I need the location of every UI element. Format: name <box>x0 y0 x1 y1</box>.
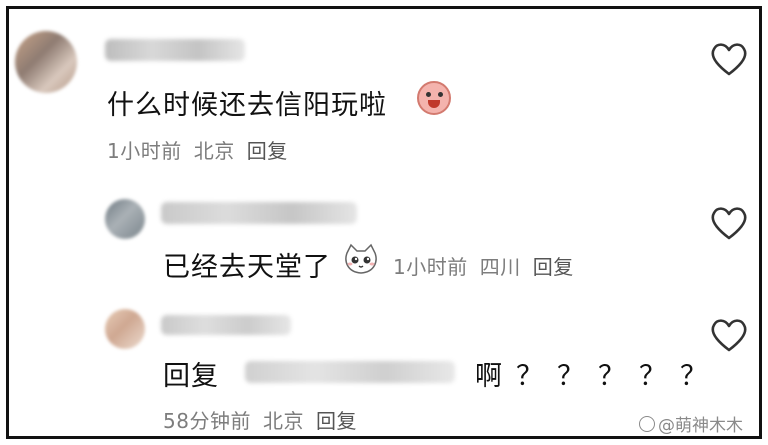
watermark-text: @萌神木木 <box>658 416 743 436</box>
reply-button[interactable]: 回复 <box>247 139 288 163</box>
username-blurred[interactable] <box>161 202 357 224</box>
reply-button[interactable]: 回复 <box>533 255 574 279</box>
like-heart-icon[interactable] <box>709 317 749 353</box>
cat-emoji <box>343 243 379 275</box>
like-heart-icon[interactable] <box>709 205 749 241</box>
avatar[interactable] <box>15 31 77 93</box>
reply-prefix[interactable]: 回复 <box>163 354 219 393</box>
watermark: @萌神木木 <box>639 411 743 436</box>
comment-text: 已经去天堂了 <box>163 252 331 283</box>
avatar[interactable] <box>105 199 145 239</box>
avatar[interactable] <box>105 309 145 349</box>
comment-time: 58分钟前 <box>163 409 251 433</box>
comment-text: 什么时候还去信阳玩啦 <box>107 90 387 121</box>
blush-face-emoji <box>417 81 451 115</box>
comment-location: 北京 <box>262 409 304 433</box>
comment-meta: 58分钟前 北京 回复 <box>163 405 369 434</box>
comment-time: 1小时前 <box>393 255 468 279</box>
comment-panel: 什么时候还去信阳玩啦 1小时前 北京 回复 已经去天堂了 1小时前 四川 回复 回复 啊… <box>6 6 762 439</box>
username-blurred[interactable] <box>161 315 291 335</box>
comment-text: 啊？？？？？ <box>475 361 721 392</box>
like-heart-icon[interactable] <box>709 41 749 77</box>
mention-blurred[interactable] <box>245 361 455 383</box>
username-blurred[interactable] <box>105 39 245 61</box>
paw-icon <box>639 415 655 432</box>
comment-time: 1小时前 <box>107 139 182 163</box>
comment-meta: 1小时前 北京 回复 <box>107 135 300 164</box>
comment-meta: 1小时前 四川 回复 <box>393 251 586 280</box>
comment-location: 北京 <box>193 139 235 163</box>
reply-button[interactable]: 回复 <box>316 409 357 433</box>
comment-location: 四川 <box>479 255 521 279</box>
